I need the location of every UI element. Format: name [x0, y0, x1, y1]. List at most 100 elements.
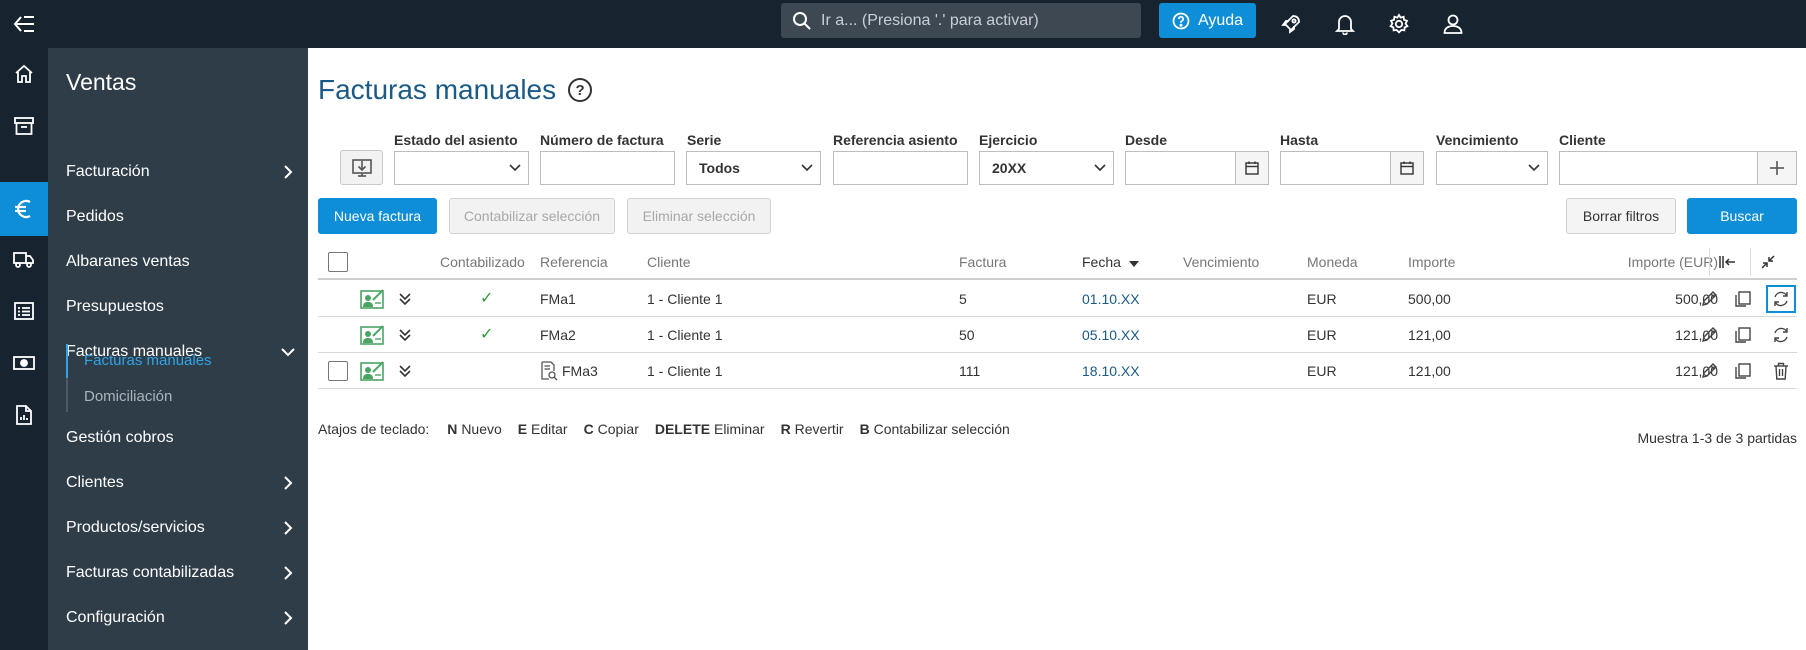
menu-item-albaranes-ventas[interactable]: Albaranes ventas [66, 246, 296, 278]
menu-item-gestion-cobros[interactable]: Gestión cobros [66, 422, 296, 454]
search-box[interactable] [781, 3, 1141, 38]
client-invoice-icon [360, 323, 386, 347]
document-search-icon[interactable] [539, 361, 559, 381]
search-icon [791, 10, 813, 32]
menu-item-label: Facturas contabilizadas [66, 564, 235, 581]
side-menu: Ventas Facturación Pedidos Albaranes ven… [48, 48, 308, 650]
menu-item-clientes[interactable]: Clientes [66, 467, 296, 499]
trash-icon[interactable] [1769, 359, 1793, 383]
sort-desc-icon [1128, 255, 1139, 271]
shortcut-key: DELETE [654, 421, 711, 437]
menu-item-pedidos[interactable]: Pedidos [66, 201, 296, 233]
column-header-vencimiento[interactable]: Vencimiento [1183, 254, 1259, 270]
column-header-cliente[interactable]: Cliente [647, 254, 691, 270]
expand-icon[interactable] [398, 291, 412, 307]
euro-icon[interactable] [0, 182, 48, 236]
numero-factura-input[interactable] [541, 152, 674, 184]
submenu-item-facturas-manuales[interactable]: Facturas manuales [84, 352, 212, 369]
filter-label-estado-asiento: Estado del asiento [394, 132, 518, 148]
menu-item-facturacion[interactable]: Facturación [66, 156, 296, 188]
menu-item-label: Gestión cobros [66, 429, 174, 446]
hasta-input[interactable] [1281, 152, 1390, 184]
filter-label-desde: Desde [1125, 132, 1168, 148]
calendar-icon[interactable] [1235, 152, 1268, 184]
copy-icon[interactable] [1731, 287, 1755, 311]
column-header-fecha[interactable]: Fecha [1082, 254, 1139, 271]
referencia-asiento-input[interactable] [834, 152, 967, 184]
edit-icon[interactable] [1697, 287, 1721, 311]
bell-icon[interactable] [1329, 8, 1361, 40]
truck-icon[interactable] [0, 233, 48, 285]
ejercicio-select[interactable]: 20XX [979, 151, 1114, 185]
column-header-moneda[interactable]: Moneda [1307, 254, 1358, 270]
filter-label-referencia-asiento: Referencia asiento [833, 132, 958, 148]
collapse-menu-icon[interactable] [8, 8, 40, 40]
contabilizado-check: ✓ [480, 290, 494, 307]
help-button[interactable]: Ayuda [1159, 3, 1256, 38]
submenu-item-domiciliacion[interactable]: Domiciliación [84, 388, 172, 405]
page-title: Facturas manuales ? [318, 74, 593, 106]
estado-asiento-select[interactable] [394, 151, 529, 185]
copy-icon[interactable] [1731, 359, 1755, 383]
numero-factura-field[interactable] [540, 151, 675, 185]
desde-input[interactable] [1126, 152, 1235, 184]
menu-item-facturas-contabilizadas[interactable]: Facturas contabilizadas [66, 557, 296, 589]
collapse-icon[interactable] [1750, 248, 1784, 276]
edit-icon[interactable] [1697, 359, 1721, 383]
edit-icon[interactable] [1697, 323, 1721, 347]
plus-icon[interactable] [1757, 152, 1796, 184]
expand-icon[interactable] [398, 363, 412, 379]
shortcut-item: C Copiar [584, 421, 639, 437]
report-icon[interactable] [0, 389, 48, 441]
column-header-importe-eur[interactable]: Importe (EUR) [1628, 254, 1718, 270]
archive-icon[interactable] [0, 100, 48, 152]
contabilizar-seleccion-button[interactable]: Contabilizar selección [449, 198, 615, 234]
buscar-button[interactable]: Buscar [1687, 198, 1797, 234]
cliente-input[interactable] [1560, 152, 1757, 184]
serie-select[interactable]: Todos [686, 151, 821, 185]
cliente-field[interactable] [1559, 151, 1797, 185]
vencimiento-select[interactable] [1436, 151, 1548, 185]
table-row[interactable]: ✓ FMa1 1 - Cliente 1 5 01.10.XX EUR 500,… [318, 281, 1797, 317]
desde-date-field[interactable] [1125, 151, 1269, 185]
calendar-icon[interactable] [1390, 152, 1423, 184]
referencia-asiento-field[interactable] [833, 151, 968, 185]
filter-label-vencimiento: Vencimiento [1436, 132, 1519, 148]
search-input[interactable] [821, 11, 1121, 30]
cell-cliente: 1 - Cliente 1 [647, 363, 723, 379]
column-header-factura[interactable]: Factura [959, 254, 1006, 270]
copy-icon[interactable] [1731, 323, 1755, 347]
menu-item-presupuestos[interactable]: Presupuestos [66, 291, 296, 323]
list-icon[interactable] [0, 285, 48, 337]
table-row[interactable]: ✓ FMa2 1 - Cliente 1 50 05.10.XX EUR 121… [318, 317, 1797, 353]
revert-icon[interactable] [1766, 285, 1796, 313]
shortcut-label: Eliminar [713, 421, 765, 437]
menu-item-configuracion[interactable]: Configuración [66, 602, 296, 634]
borrar-filtros-button[interactable]: Borrar filtros [1566, 198, 1676, 234]
menu-item-productos-servicios[interactable]: Productos/servicios [66, 512, 296, 544]
revert-icon[interactable] [1769, 323, 1793, 347]
column-resize-icon[interactable] [1709, 248, 1743, 276]
menu-item-label: Albaranes ventas [66, 253, 190, 270]
column-header-referencia[interactable]: Referencia [540, 254, 608, 270]
chevron-down-icon [794, 164, 820, 172]
ejercicio-value: 20XX [992, 160, 1027, 176]
help-circle-icon[interactable]: ? [568, 78, 593, 102]
money-icon[interactable] [0, 337, 48, 389]
home-icon[interactable] [0, 48, 48, 100]
column-header-contabilizado[interactable]: Contabilizado [440, 254, 525, 270]
select-all-checkbox[interactable] [328, 252, 348, 272]
rocket-icon[interactable] [1275, 8, 1307, 40]
column-header-importe[interactable]: Importe [1408, 254, 1455, 270]
gear-icon[interactable] [1383, 8, 1415, 40]
eliminar-seleccion-button[interactable]: Eliminar selección [627, 198, 771, 234]
menu-item-label: Facturación [66, 163, 150, 180]
table-row[interactable]: FMa3 1 - Cliente 1 111 18.10.XX EUR 121,… [318, 353, 1797, 389]
expand-icon[interactable] [398, 327, 412, 343]
export-button[interactable] [340, 150, 383, 185]
nueva-factura-button[interactable]: Nueva factura [318, 198, 437, 234]
chevron-down-icon [1521, 164, 1547, 172]
row-checkbox[interactable] [328, 361, 348, 381]
hasta-date-field[interactable] [1280, 151, 1424, 185]
user-icon[interactable] [1437, 8, 1469, 40]
